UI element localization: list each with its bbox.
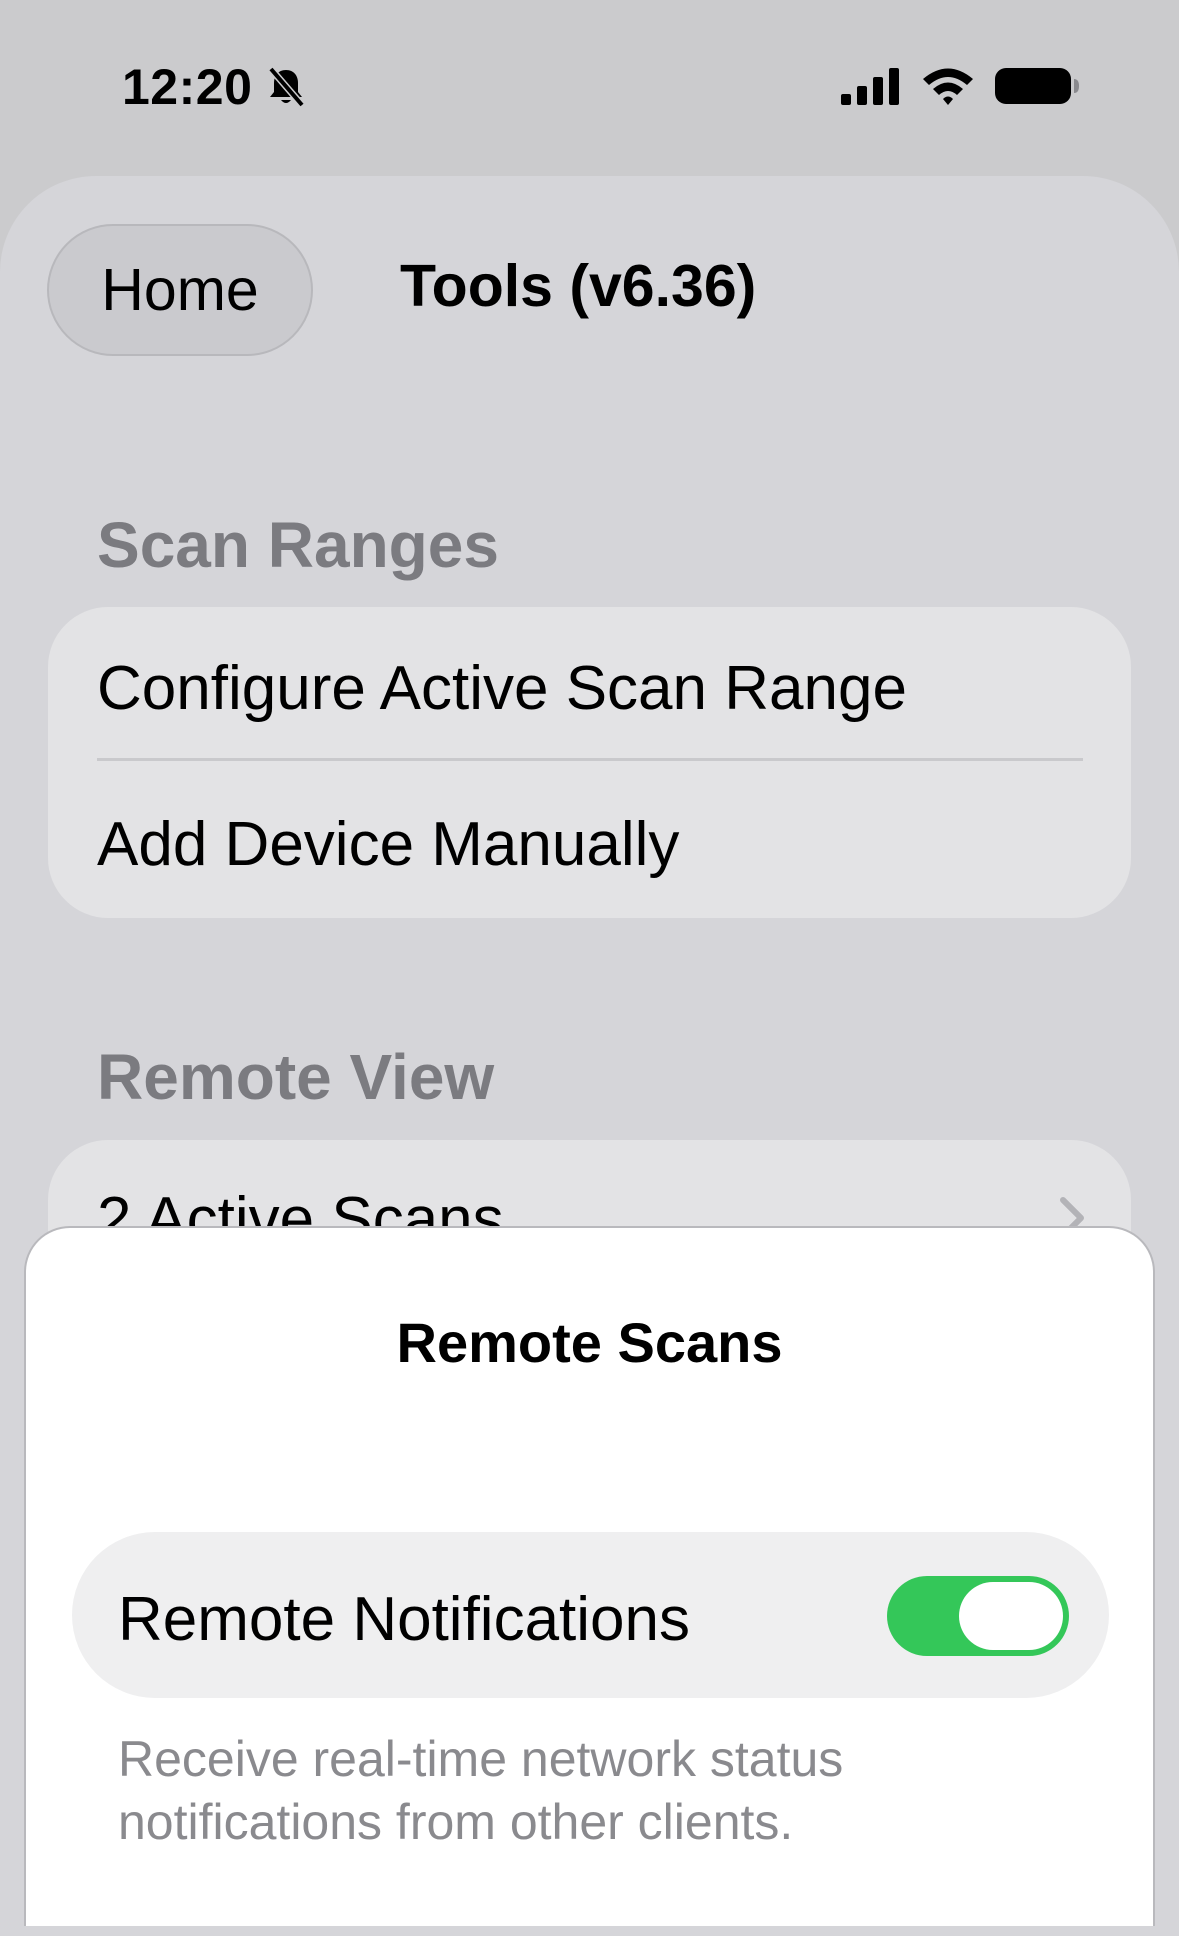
time-group: 12:20: [122, 58, 306, 116]
section-header-remote-view: Remote View: [97, 1041, 495, 1113]
section-header-scan-ranges: Scan Ranges: [97, 509, 499, 581]
remote-notifications-label: Remote Notifications: [118, 1585, 691, 1654]
home-back-button[interactable]: Home: [47, 224, 313, 356]
modal-title: Remote Scans: [396, 1311, 783, 1374]
signal-icon: [841, 67, 901, 110]
remote-scans-sheet: Remote Scans Remote Notifications Receiv…: [24, 1226, 1155, 1926]
toggle-knob: [959, 1582, 1063, 1650]
bell-slash-icon: [266, 66, 306, 108]
remote-notifications-toggle[interactable]: [887, 1576, 1069, 1656]
battery-icon: [995, 66, 1079, 111]
remote-notifications-footer: Receive real-time network status notific…: [118, 1731, 844, 1850]
status-bar: 12:20: [0, 0, 1179, 170]
add-device-manually-item[interactable]: Add Device Manually: [97, 809, 679, 880]
configure-active-scan-range-item[interactable]: Configure Active Scan Range: [97, 653, 907, 724]
wifi-icon: [921, 66, 975, 111]
page-title: Tools (v6.36): [400, 253, 757, 319]
row-divider: [97, 758, 1083, 761]
status-time: 12:20: [122, 59, 253, 115]
status-icons: [841, 66, 1079, 111]
scan-ranges-group: Configure Active Scan Range Add Device M…: [48, 607, 1131, 918]
remote-notifications-row: Remote Notifications: [72, 1532, 1109, 1698]
